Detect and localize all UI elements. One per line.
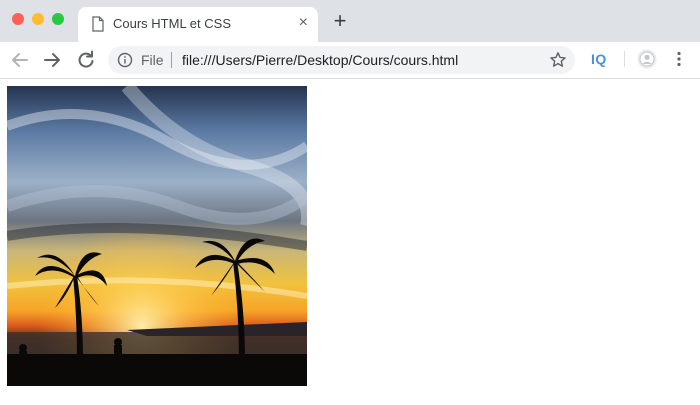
new-tab-button[interactable]: +	[329, 10, 351, 32]
window-maximize-button[interactable]	[52, 13, 64, 25]
toolbar-divider	[624, 51, 625, 67]
scheme-label: File	[141, 52, 164, 68]
url-text[interactable]: file:///Users/Pierre/Desktop/Cours/cours…	[182, 52, 458, 68]
tab-close-button[interactable]: ×	[299, 15, 308, 31]
reload-icon[interactable]	[76, 50, 96, 70]
kebab-menu-icon[interactable]	[670, 50, 688, 68]
extension-iq-button[interactable]: IQ	[591, 51, 607, 67]
window-close-button[interactable]	[12, 13, 24, 25]
star-icon[interactable]	[549, 51, 567, 69]
document-icon	[92, 16, 104, 32]
tab-title: Cours HTML et CSS	[113, 16, 231, 31]
arrow-left-icon[interactable]	[10, 50, 30, 70]
omnibox-divider	[171, 52, 172, 68]
address-bar[interactable]: File file:///Users/Pierre/Desktop/Cours/…	[108, 46, 575, 74]
info-icon[interactable]	[117, 52, 133, 68]
sunset-palm-trees-photo	[7, 86, 307, 386]
tab-strip: Cours HTML et CSS × +	[0, 0, 700, 42]
arrow-right-icon[interactable]	[42, 50, 62, 70]
tab-active[interactable]: Cours HTML et CSS ×	[78, 7, 318, 42]
window-minimize-button[interactable]	[32, 13, 44, 25]
avatar-icon[interactable]	[637, 49, 657, 69]
page-content	[0, 79, 700, 405]
